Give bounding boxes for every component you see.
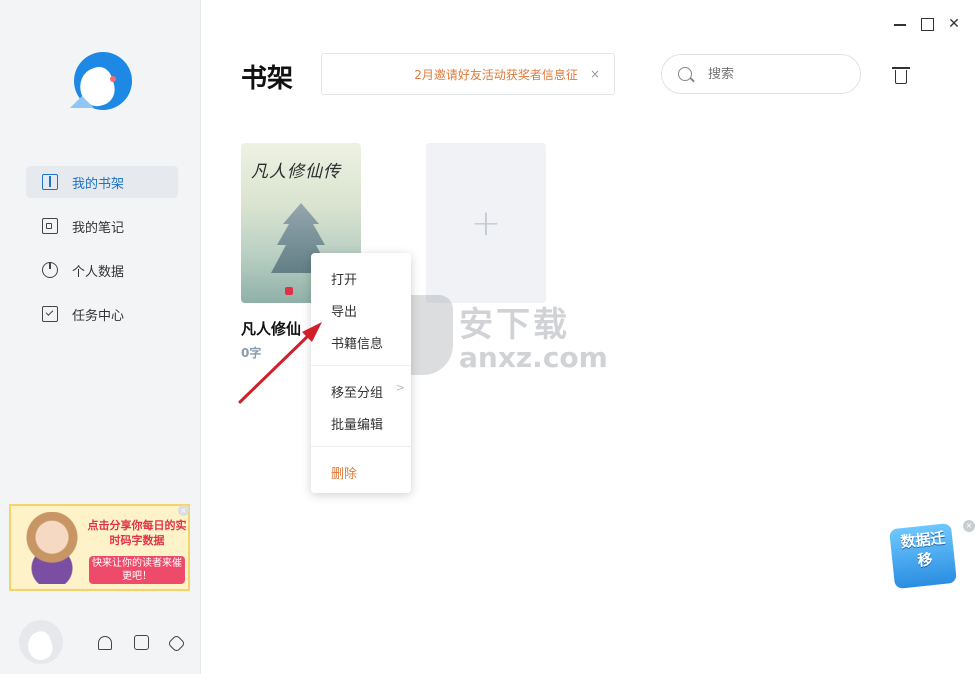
task-icon [42,306,58,322]
search-icon [678,67,692,81]
sidebar-item-personal-data[interactable]: 个人数据 [26,254,178,286]
sidebar-item-label: 任务中心 [72,308,125,324]
sidebar-item-my-notes[interactable]: 我的笔记 [26,210,178,242]
notice-text[interactable]: 2月邀请好友活动获奖者信息征 [414,66,578,83]
trash-icon[interactable] [892,65,910,85]
menu-divider [311,446,411,447]
watermark-url: anxz.com [459,341,608,374]
migration-close-button[interactable]: × [963,520,975,532]
notes-icon [42,218,58,234]
user-avatar[interactable] [19,620,63,664]
migration-label: 数据迁移 [899,528,947,570]
menu-item-book-info[interactable]: 书籍信息 [331,333,383,352]
bookshelf-icon [42,174,58,190]
watermark-text: 安下载 [459,305,570,345]
notice-banner[interactable]: 2月邀请好友活动获奖者信息征 × [321,53,615,95]
menu-item-batch-edit[interactable]: 批量编辑 [331,414,383,433]
annotation-arrow [238,322,322,404]
promo-close-button[interactable]: × [178,505,189,516]
menu-divider [311,365,411,366]
sidebar-item-my-bookshelf[interactable]: 我的书架 [26,166,178,198]
cover-stamp [285,287,293,295]
maximize-button[interactable] [917,14,937,34]
sidebar-item-label: 我的笔记 [72,220,125,236]
sidebar-item-task-center[interactable]: 任务中心 [26,298,178,330]
logo-wing-decoration [70,96,94,108]
menu-item-export[interactable]: 导出 [331,301,357,320]
minimize-button[interactable] [890,14,910,34]
add-book-button[interactable]: + [426,143,546,303]
shirt-icon[interactable] [134,635,149,650]
settings-icon[interactable] [167,634,186,653]
book-cover-title: 凡人修仙传 [251,162,341,182]
search-input[interactable] [708,66,848,82]
notice-close-icon[interactable]: × [590,67,600,81]
promo-subtext: 快来让你的读者来催更吧！ [89,556,185,584]
menu-item-delete[interactable]: 删除 [331,463,357,482]
sidebar: 我的书架 我的笔记 个人数据 任务中心 点击分享你每日的实时码字数据 快来让你的… [0,0,201,674]
search-box[interactable] [661,54,861,94]
close-window-button[interactable]: ✕ [944,14,964,34]
arrow-shaft [238,332,312,404]
context-menu: 打开 导出 书籍信息 移至分组 > 批量编辑 删除 [311,253,411,493]
menu-item-move-to-group[interactable]: 移至分组 [331,382,383,401]
pie-chart-icon [42,262,58,278]
sidebar-item-label: 个人数据 [72,264,125,280]
data-migration-button[interactable]: 数据迁移 [888,520,958,592]
promo-character-image [19,512,85,584]
sidebar-item-label: 我的书架 [72,176,125,192]
promo-headline: 点击分享你每日的实时码字数据 [87,519,187,547]
bell-icon[interactable] [98,636,112,650]
share-promo-banner[interactable]: 点击分享你每日的实时码字数据 快来让你的读者来催更吧！ × [9,504,190,591]
page-title: 书架 [241,64,294,94]
menu-item-open[interactable]: 打开 [331,269,357,288]
chevron-right-icon: > [395,381,405,394]
